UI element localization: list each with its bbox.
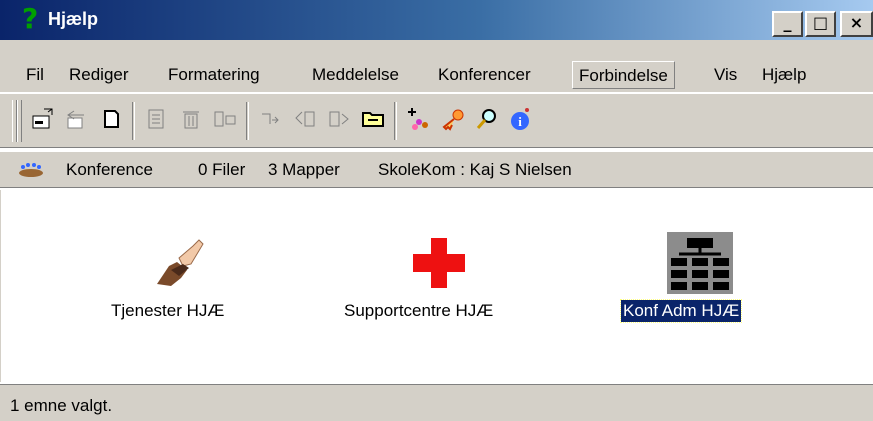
search-icon[interactable]	[474, 106, 500, 132]
delete-icon[interactable]	[178, 106, 204, 132]
properties-icon[interactable]	[144, 106, 170, 132]
menu-rediger[interactable]: Rediger	[63, 61, 135, 89]
info-icon[interactable]: i	[508, 106, 534, 132]
folder-icon[interactable]	[360, 106, 386, 132]
svg-text:i: i	[518, 114, 522, 129]
new-document-icon[interactable]	[98, 106, 124, 132]
item-label: Supportcentre HJÆ	[344, 301, 494, 320]
menu-meddelelse[interactable]: Meddelelse	[306, 61, 405, 89]
forward-icon[interactable]	[258, 106, 284, 132]
help-icon: ?	[22, 2, 39, 35]
status-text: 1 emne valgt.	[10, 396, 113, 415]
item-label: Konf Adm HJÆ	[619, 299, 743, 323]
menu-vis[interactable]: Vis	[708, 61, 743, 89]
location-label: Konference	[66, 160, 153, 179]
menu-fil[interactable]: Fil	[20, 61, 50, 89]
toolbar-separator	[246, 102, 249, 140]
menu-formatering[interactable]: Formatering	[162, 61, 266, 89]
location-bar: Konference 0 Filer 3 Mapper SkoleKom : K…	[0, 152, 873, 188]
members-icon[interactable]	[406, 106, 432, 132]
title-bar: ? Hjælp _ □ ×	[0, 0, 873, 40]
maximize-button[interactable]: □	[805, 11, 836, 37]
toolbar-grip[interactable]	[17, 100, 22, 142]
item-label: Tjenester HJÆ	[111, 301, 225, 320]
frame-border	[0, 40, 873, 58]
new-message-icon[interactable]	[30, 106, 56, 132]
close-button[interactable]: ×	[840, 11, 873, 37]
previous-unread-icon[interactable]	[292, 106, 318, 132]
folders-count: 3 Mapper	[268, 160, 340, 179]
files-count: 0 Filer	[198, 160, 246, 179]
org-chart-icon	[667, 232, 733, 294]
menu-bar: Fil Rediger Formatering Meddelelse Konfe…	[0, 58, 873, 92]
folder-view: Tjenester HJÆ Supportcentre HJÆ Konf Adm…	[0, 190, 873, 382]
toolbar-separator	[132, 102, 135, 140]
status-bar: 1 emne valgt.	[0, 384, 873, 421]
conference-icon	[19, 163, 43, 177]
move-icon[interactable]	[212, 106, 238, 132]
menu-hjaelp[interactable]: Hjælp	[756, 61, 812, 89]
menu-forbindelse[interactable]: Forbindelse	[572, 61, 675, 89]
handshake-icon	[157, 239, 204, 286]
toolbar: i	[0, 93, 873, 148]
key-icon[interactable]	[440, 106, 466, 132]
reply-icon[interactable]	[64, 106, 90, 132]
menu-konferencer[interactable]: Konferencer	[432, 61, 537, 89]
user-label: SkoleKom : Kaj S Nielsen	[378, 160, 572, 179]
red-cross-icon	[413, 238, 465, 288]
minimize-button[interactable]: _	[772, 11, 803, 37]
window-title: Hjælp	[48, 9, 99, 29]
toolbar-separator	[394, 102, 397, 140]
next-unread-icon[interactable]	[326, 106, 352, 132]
